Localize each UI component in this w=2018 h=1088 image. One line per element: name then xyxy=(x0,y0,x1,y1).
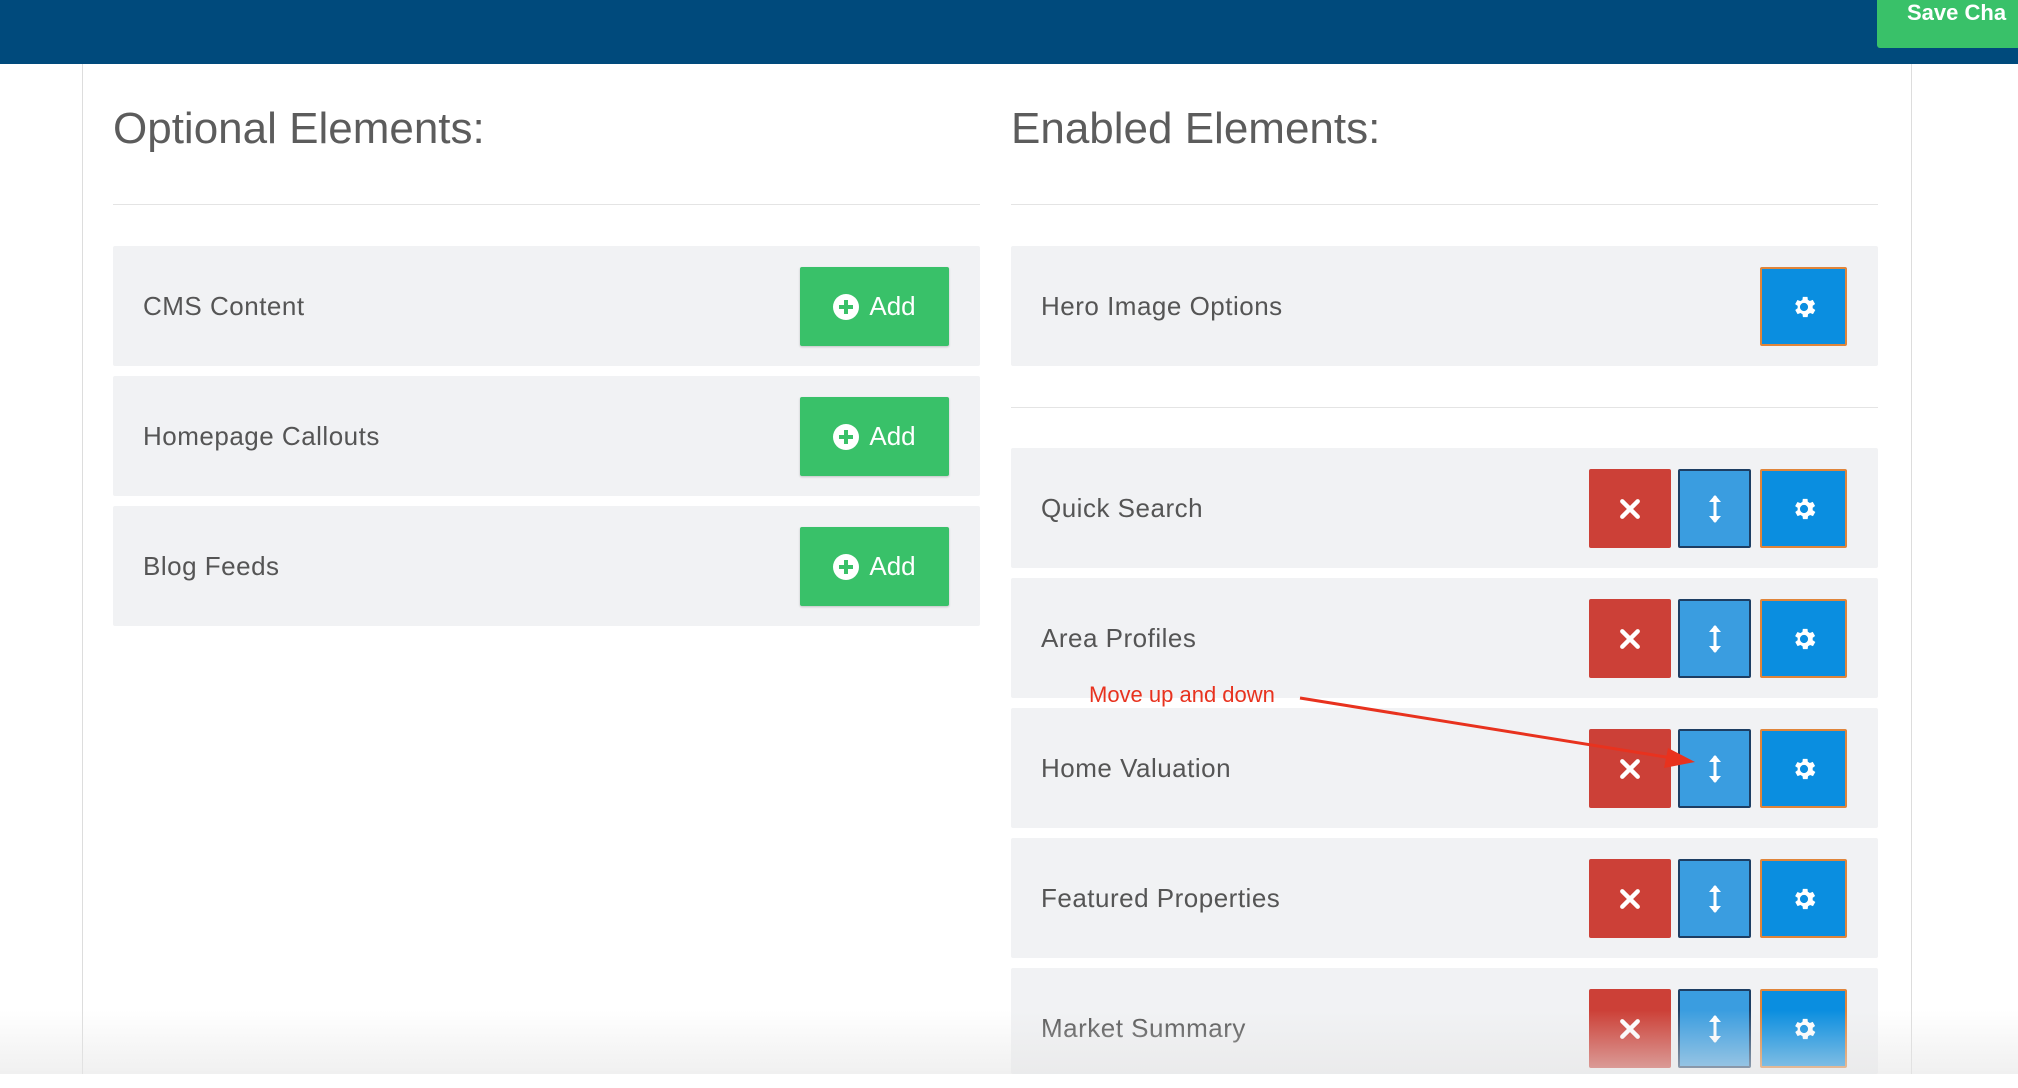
enabled-item-label: Area Profiles xyxy=(1041,623,1197,653)
move-featured-properties-handle[interactable] xyxy=(1678,859,1751,938)
close-icon xyxy=(1620,498,1640,519)
vertical-arrows-icon xyxy=(1708,884,1721,913)
hero-divider xyxy=(1011,407,1878,408)
optional-item-blog-feeds: Blog Feeds Add xyxy=(113,506,980,626)
save-changes-button[interactable]: Save Cha xyxy=(1877,0,2018,48)
enabled-item-label: Hero Image Options xyxy=(1041,291,1283,321)
enabled-item-featured-properties: Featured Properties xyxy=(1011,838,1878,958)
close-icon xyxy=(1620,758,1640,779)
enabled-item-area-profiles: Area Profiles xyxy=(1011,578,1878,698)
close-icon xyxy=(1620,628,1640,649)
enabled-item-label: Home Valuation xyxy=(1041,753,1232,783)
optional-item-label: Homepage Callouts xyxy=(143,421,380,451)
optional-item-label: Blog Feeds xyxy=(143,551,280,581)
vertical-arrows-icon xyxy=(1708,754,1721,783)
plus-circle-icon xyxy=(833,553,860,580)
add-button-label: Add xyxy=(869,421,916,451)
plus-circle-icon xyxy=(833,293,860,320)
optional-divider xyxy=(113,204,980,205)
enabled-divider xyxy=(1011,204,1878,205)
optional-elements-title: Optional Elements: xyxy=(113,104,485,153)
enabled-item-quick-search: Quick Search xyxy=(1011,448,1878,568)
optional-item-homepage-callouts: Homepage Callouts Add xyxy=(113,376,980,496)
vertical-arrows-icon xyxy=(1708,1014,1721,1043)
vertical-arrows-icon xyxy=(1708,494,1721,523)
gear-icon xyxy=(1794,628,1815,649)
remove-quick-search-button[interactable] xyxy=(1589,469,1671,548)
hero-settings-button[interactable] xyxy=(1760,267,1847,346)
remove-home-valuation-button[interactable] xyxy=(1589,729,1671,808)
plus-circle-icon xyxy=(833,423,860,450)
enabled-item-home-valuation: Home Valuation xyxy=(1011,708,1878,828)
add-cms-content-button[interactable]: Add xyxy=(800,267,949,346)
market-summary-settings-button[interactable] xyxy=(1760,989,1847,1068)
enabled-elements-title: Enabled Elements: xyxy=(1011,104,1381,153)
move-area-profiles-handle[interactable] xyxy=(1678,599,1751,678)
remove-market-summary-button[interactable] xyxy=(1589,989,1671,1068)
move-home-valuation-handle[interactable] xyxy=(1678,729,1751,808)
gear-icon xyxy=(1794,1018,1815,1039)
gear-icon xyxy=(1794,758,1815,779)
close-icon xyxy=(1620,1018,1640,1039)
area-profiles-settings-button[interactable] xyxy=(1760,599,1847,678)
annotation-label: Move up and down xyxy=(1089,682,1275,707)
add-button-label: Add xyxy=(869,551,916,581)
gear-icon xyxy=(1794,498,1815,519)
home-valuation-settings-button[interactable] xyxy=(1760,729,1847,808)
remove-featured-properties-button[interactable] xyxy=(1589,859,1671,938)
close-icon xyxy=(1620,888,1640,909)
add-blog-feeds-button[interactable]: Add xyxy=(800,527,949,606)
enabled-item-label: Quick Search xyxy=(1041,493,1204,523)
enabled-item-hero-image-options: Hero Image Options xyxy=(1011,246,1878,366)
featured-properties-settings-button[interactable] xyxy=(1760,859,1847,938)
enabled-item-label: Featured Properties xyxy=(1041,883,1281,913)
move-quick-search-handle[interactable] xyxy=(1678,469,1751,548)
add-button-label: Add xyxy=(869,291,916,321)
gear-icon xyxy=(1794,888,1815,909)
enabled-item-label: Market Summary xyxy=(1041,1013,1246,1043)
gear-icon xyxy=(1794,296,1815,317)
enabled-item-market-summary: Market Summary xyxy=(1011,968,1878,1074)
quick-search-settings-button[interactable] xyxy=(1760,469,1847,548)
move-market-summary-handle[interactable] xyxy=(1678,989,1751,1068)
optional-item-label: CMS Content xyxy=(143,291,305,321)
top-navigation-bar xyxy=(0,0,2018,64)
remove-area-profiles-button[interactable] xyxy=(1589,599,1671,678)
add-homepage-callouts-button[interactable]: Add xyxy=(800,397,949,476)
optional-item-cms-content: CMS Content Add xyxy=(113,246,980,366)
vertical-arrows-icon xyxy=(1708,624,1721,653)
